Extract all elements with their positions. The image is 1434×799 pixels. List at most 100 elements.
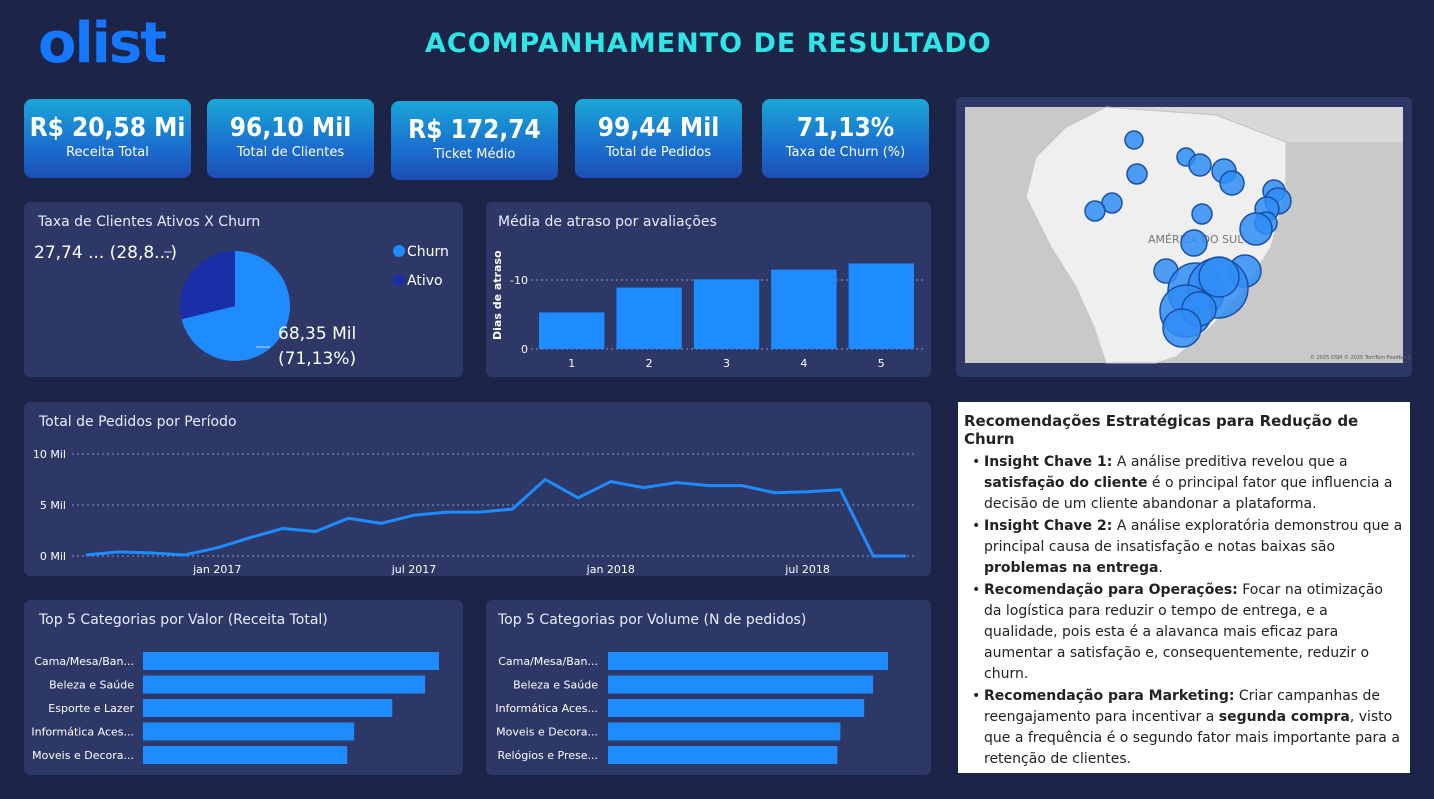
- reco-text: .: [1158, 560, 1163, 576]
- x-tick-label: jan 2017: [192, 563, 241, 576]
- kpi-card-receita: R$ 20,58 Mi Receita Total: [24, 99, 191, 178]
- kpi-value: R$ 20,58 Mi: [29, 113, 186, 143]
- category-bar: [143, 746, 348, 764]
- recommendation-item: Insight Chave 2: A análise exploratória …: [972, 516, 1404, 579]
- delay-panel: Média de atraso por avaliações Dias de a…: [486, 202, 931, 377]
- category-label: Beleza e Saúde: [513, 679, 598, 692]
- delay-ylabel: Dias de atraso: [491, 250, 504, 340]
- kpi-label: Receita Total: [66, 145, 149, 160]
- olist-logo: olist: [38, 11, 167, 76]
- recommendation-item: Recomendação para Operações: Focar na ot…: [972, 580, 1404, 685]
- reco-heading: Insight Chave 1:: [984, 454, 1113, 470]
- kpi-label: Total de Pedidos: [605, 145, 712, 160]
- category-label: Moveis e Decora...: [32, 749, 134, 762]
- x-tick-label: 4: [800, 357, 807, 370]
- reco-heading: Recomendação para Operações:: [984, 582, 1238, 598]
- legend-label-churn[interactable]: Churn: [407, 244, 449, 260]
- pie-panel: Taxa de Clientes Ativos X Churn 27,74 ..…: [24, 202, 463, 377]
- reco-heading: Insight Chave 2:: [984, 518, 1113, 534]
- legend-swatch-churn: [393, 245, 405, 257]
- pie-chart: 27,74 ... (28,8...) 68,35 Mil (71,13%) C…: [34, 243, 449, 369]
- reco-heading: Recomendação para Marketing:: [984, 688, 1235, 704]
- y-tick-label: -10: [510, 274, 528, 287]
- cat-volume-bar-chart: Cama/Mesa/Ban... Beleza e Saúde Informátic…: [495, 652, 888, 764]
- map-credits: © 2025 OSM © 2025 TomTom Feedback: [1310, 354, 1411, 361]
- pie-label-ativo: 27,74 ... (28,8...): [34, 243, 177, 263]
- map-panel: AMÉRICA DO SUL © 2025 OSM © 2025 TomTom …: [956, 97, 1412, 377]
- category-label: Relógios e Prese...: [498, 749, 598, 762]
- category-bar: [608, 746, 838, 764]
- reco-text: A análise preditiva revelou que a: [1112, 454, 1348, 470]
- x-tick-label: 3: [723, 357, 730, 370]
- kpi-card-pedidos: 99,44 Mil Total de Pedidos: [575, 99, 742, 178]
- x-tick-label: 2: [646, 357, 653, 370]
- cat-value-bar-chart: Cama/Mesa/Ban... Beleza e Saúde Esporte e …: [31, 652, 439, 764]
- category-bar: [143, 652, 439, 670]
- kpi-value: 71,13%: [796, 113, 895, 143]
- category-label: Beleza e Saúde: [49, 679, 134, 692]
- category-label: Cama/Mesa/Ban...: [34, 655, 134, 668]
- recommendations-title: Recomendações Estratégicas para Redução …: [964, 412, 1359, 448]
- category-label: Moveis e Decora...: [496, 726, 598, 739]
- map-bubble: [1180, 229, 1208, 257]
- kpi-value: R$ 172,74: [408, 115, 541, 145]
- kpi-label: Ticket Médio: [433, 147, 516, 162]
- category-bar: [143, 722, 355, 741]
- x-tick-label: 1: [568, 357, 575, 370]
- y-tick-label: 0 Mil: [40, 550, 66, 563]
- reco-highlight: segunda compra: [1218, 709, 1350, 725]
- x-tick-label: jul 2018: [784, 563, 830, 576]
- map-bubble: [1188, 153, 1212, 177]
- delay-bar: [771, 269, 837, 349]
- delay-bar: [848, 263, 914, 349]
- recommendations-list: Insight Chave 1: A análise preditiva rev…: [964, 452, 1404, 771]
- category-bar: [608, 652, 888, 670]
- x-tick-label: jul 2017: [391, 563, 437, 576]
- kpi-card-ticket: R$ 172,74 Ticket Médio: [391, 101, 558, 180]
- category-bar: [608, 722, 841, 741]
- pie-label-churn-pct: (71,13%): [278, 349, 356, 369]
- delay-bar: [539, 312, 605, 349]
- map-bubble: [1126, 163, 1148, 185]
- kpi-label: Total de Clientes: [236, 145, 345, 160]
- category-bar: [143, 699, 393, 717]
- map-bubble: [1219, 170, 1245, 196]
- map-bubble: [1191, 203, 1213, 225]
- recommendation-item: Insight Chave 1: A análise preditiva rev…: [972, 452, 1404, 515]
- map-bubble: [1239, 212, 1273, 246]
- delay-bar: [693, 279, 760, 349]
- category-bar: [608, 699, 865, 717]
- x-tick-label: 5: [878, 357, 885, 370]
- category-bar: [143, 675, 426, 694]
- y-tick-label: 0: [521, 343, 528, 356]
- delay-bar-chart: Dias de atraso 0 -10 1 2 3 4 5: [491, 250, 926, 370]
- map-bubble: [1124, 130, 1144, 150]
- orders-series-line: [85, 478, 906, 558]
- orders-line-chart: 0 Mil 5 Mil 10 Mil jan 2017 jul 2017 jan 2018…: [33, 448, 914, 576]
- map-bubble: [1198, 256, 1240, 298]
- page-title: ACOMPANHAMENTO DE RESULTADO: [425, 28, 992, 59]
- category-bar: [608, 675, 874, 694]
- y-tick-label: 5 Mil: [40, 499, 66, 512]
- delay-bar: [616, 287, 682, 349]
- category-label: Cama/Mesa/Ban...: [498, 655, 598, 668]
- kpi-card-clientes: 96,10 Mil Total de Clientes: [207, 99, 374, 178]
- legend-label-ativo[interactable]: Ativo: [407, 273, 443, 289]
- orders-panel: Total de Pedidos por Período 0 Mil 5 Mil 1…: [24, 402, 931, 576]
- category-label: Informática Aces...: [495, 702, 598, 715]
- kpi-value: 99,44 Mil: [597, 113, 720, 143]
- category-label: Esporte e Lazer: [48, 702, 134, 715]
- cat-value-panel: Top 5 Categorias por Valor (Receita Tota…: [24, 600, 463, 775]
- pie-label-churn-value: 68,35 Mil: [278, 324, 356, 344]
- map-bubble: [1162, 308, 1202, 348]
- reco-highlight: satisfação do cliente: [984, 475, 1148, 491]
- recommendation-item: Recomendação para Marketing: Criar campa…: [972, 686, 1404, 770]
- x-tick-label: jan 2018: [586, 563, 635, 576]
- recommendations-panel: Recomendações Estratégicas para Redução …: [958, 402, 1410, 773]
- category-label: Informática Aces...: [31, 726, 134, 739]
- legend-swatch-ativo: [393, 274, 405, 286]
- reco-highlight: problemas na entrega: [984, 560, 1159, 576]
- map[interactable]: AMÉRICA DO SUL © 2025 OSM © 2025 TomTom …: [956, 97, 1412, 377]
- kpi-card-churn: 71,13% Taxa de Churn (%): [762, 99, 929, 178]
- cat-volume-panel: Top 5 Categorias por Volume (N de pedido…: [486, 600, 931, 775]
